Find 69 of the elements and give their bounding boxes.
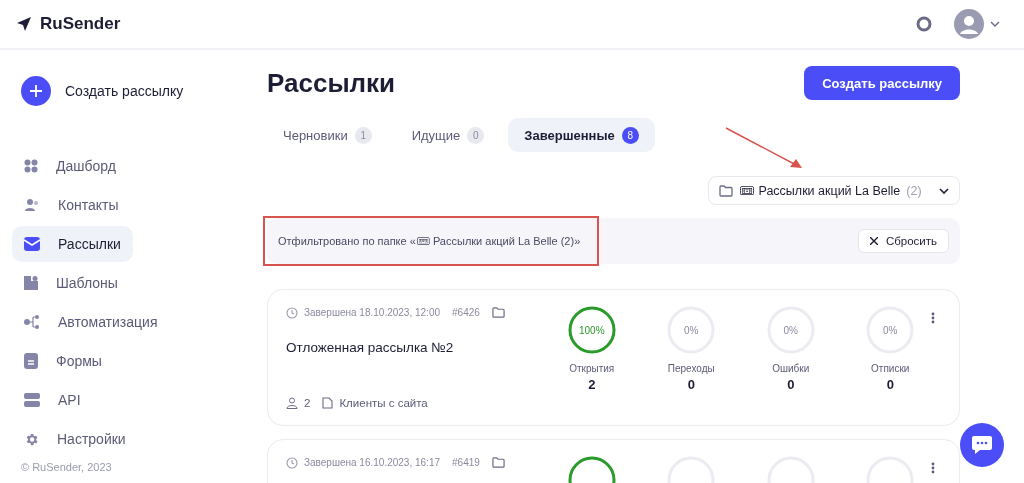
stat-value: 2 (588, 377, 596, 392)
clock-icon (286, 456, 298, 469)
paper-plane-logo-icon (16, 16, 32, 32)
filter-text: Отфильтровано по папке «🎟 Рассылки акций La Belle (2)» (278, 234, 581, 248)
stat-percent: 0% (782, 323, 799, 338)
sidebar-item[interactable]: Шаблоны (12, 265, 133, 301)
clock-icon (286, 306, 298, 319)
nav-icon (24, 198, 40, 212)
lifebuoy-icon[interactable] (916, 16, 932, 32)
user-icon (286, 397, 298, 409)
plus-icon (30, 85, 42, 97)
campaign-id: #6426 (452, 307, 480, 318)
stat-value: 0 (687, 377, 695, 392)
sidebar-item[interactable]: Контакты (12, 187, 133, 223)
campaign-status: Завершена 16.10.2023, 16:17 (304, 457, 440, 468)
sidebar-item[interactable]: Автоматизация (12, 304, 170, 340)
stat-label: Открытия (569, 363, 615, 374)
campaign-status: Завершена 18.10.2023, 12:00 (304, 307, 440, 318)
contact-list-name: Клиенты с сайта (339, 397, 428, 409)
nav-icon (24, 353, 38, 369)
avatar-icon[interactable] (954, 9, 984, 39)
count-badge: 1 (354, 126, 372, 144)
stat-label: Переходы (667, 363, 715, 374)
stat-percent: 0% (683, 323, 700, 338)
more-menu-icon[interactable] (929, 460, 937, 476)
folder-icon (719, 183, 733, 198)
close-icon (869, 237, 878, 245)
create-campaign-button[interactable]: Создать рассылку (12, 76, 233, 106)
tab[interactable]: Черновики 1 (267, 118, 388, 152)
stat-value: 0 (787, 377, 795, 392)
folder-icon (491, 456, 505, 469)
sidebar-item[interactable]: API (12, 382, 133, 418)
folder-count: (2) (906, 183, 922, 198)
sidebar-item[interactable]: Формы (12, 343, 133, 379)
more-menu-icon[interactable] (929, 310, 937, 326)
page-title: Рассылки (267, 67, 396, 99)
stat-percent: 0% (882, 323, 899, 338)
folder-select[interactable]: 🎟 Рассылки акций La Belle (2) (708, 176, 960, 205)
sidebar-item[interactable]: Дашборд (12, 148, 133, 184)
count-badge: 8 (621, 126, 639, 144)
caret-icon (939, 187, 949, 194)
stat-value: 0 (886, 377, 894, 392)
caret-icon[interactable] (990, 21, 1000, 27)
nav-icon (24, 393, 40, 407)
campaign-id: #6419 (452, 457, 480, 468)
stat-label: Ошибки (772, 363, 810, 374)
create-campaign-button[interactable]: Создать рассылку (804, 66, 960, 100)
reset-button[interactable]: Сбросить (857, 229, 949, 253)
count-badge: 0 (467, 126, 485, 144)
chat-button[interactable] (960, 423, 1004, 467)
stat-label: Отписки (871, 363, 910, 374)
tab[interactable]: Завершенные 8 (508, 118, 655, 152)
brand-name: RuSender (40, 14, 122, 34)
select-label: 🎟 Рассылки акций La Belle (739, 183, 901, 198)
nav-icon (24, 276, 38, 290)
tab[interactable]: Идущие 0 (395, 118, 501, 152)
campaign-title[interactable]: Отложенная рассылка №2 (286, 340, 536, 355)
nav-icon (24, 315, 40, 329)
stat-percent: 100% (577, 323, 606, 338)
sidebar-item[interactable]: Рассылки (12, 226, 133, 262)
folder-icon (491, 306, 505, 319)
document-icon (322, 397, 334, 409)
sidebar-item[interactable]: Настройки (12, 421, 138, 457)
recipient-count: 2 (304, 397, 311, 409)
copyright: © RuSender, 2023 (21, 461, 112, 473)
nav-icon (24, 237, 40, 251)
chat-bubble-icon (971, 435, 993, 455)
nav-icon (24, 159, 38, 173)
nav-icon (24, 431, 39, 447)
